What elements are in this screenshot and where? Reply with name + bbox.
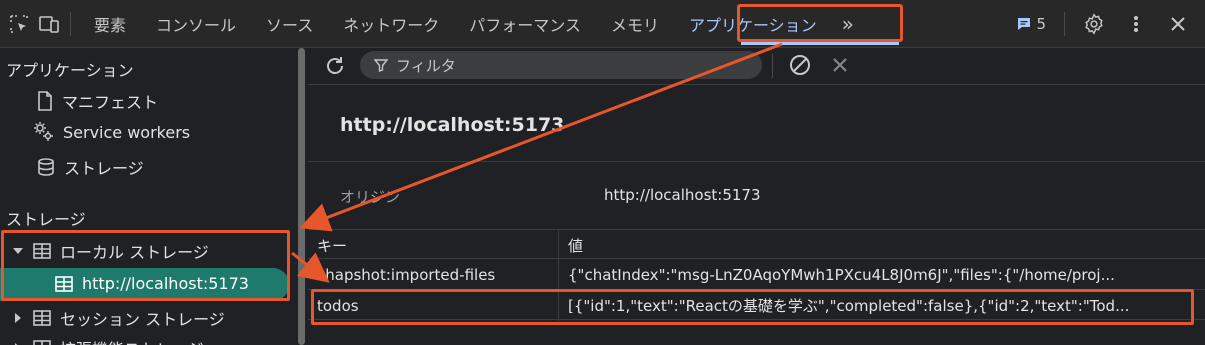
refresh-icon[interactable] bbox=[320, 51, 350, 81]
active-tab-indicator bbox=[741, 42, 899, 45]
highlight-box-application-tab bbox=[737, 4, 903, 42]
issues-count: 5 bbox=[1036, 15, 1046, 33]
close-icon[interactable] bbox=[1163, 9, 1193, 39]
tab-console[interactable]: コンソール bbox=[141, 0, 251, 48]
table-cell-value-text: {"chatIndex":"msg-LnZ0AqoYMwh1PXcu4L8J0m… bbox=[568, 265, 1115, 284]
sidebar-item-session-storage[interactable]: セッション ストレージ bbox=[12, 306, 225, 330]
sidebar-item-manifest[interactable]: マニフェスト bbox=[36, 89, 158, 113]
devtools-tabbar: 要素 コンソール ソース ネットワーク パフォーマンス メモリ アプリケーション… bbox=[0, 0, 1205, 48]
storage-table: キー 値 chapshot:imported-files {"chatIndex… bbox=[308, 229, 1205, 345]
sidebar-item-label: ストレージ bbox=[64, 159, 144, 178]
table-icon bbox=[33, 340, 51, 345]
table-icon bbox=[33, 310, 51, 326]
sidebar-item-label: セッション ストレージ bbox=[60, 310, 225, 329]
toolbar-right: 5 bbox=[1006, 0, 1205, 48]
table-cell-key: chapshot:imported-files bbox=[317, 265, 496, 284]
filter-placeholder: フィルタ bbox=[396, 56, 456, 75]
issues-icon bbox=[1018, 18, 1031, 30]
database-icon bbox=[38, 158, 54, 176]
sidebar-item-label: 拡張機能ストレージ bbox=[60, 336, 204, 345]
sidebar-item-label: Service workers bbox=[63, 122, 191, 142]
toolbar-separator bbox=[1064, 12, 1065, 36]
sidebar-heading-storage: ストレージ bbox=[6, 210, 86, 229]
toolbar-separator bbox=[70, 11, 71, 36]
table-cell-value: {"chatIndex":"msg-LnZ0AqoYMwh1PXcu4L8J0m… bbox=[558, 259, 1191, 290]
tab-network[interactable]: ネットワーク bbox=[328, 0, 454, 48]
clear-all-icon[interactable] bbox=[788, 53, 812, 81]
origin-value: http://localhost:5173 bbox=[604, 186, 761, 204]
highlight-box-local-storage bbox=[1, 230, 290, 301]
document-icon bbox=[38, 91, 52, 111]
sidebar-item-service-workers[interactable]: Service workers bbox=[33, 121, 190, 143]
sidebar-item-storage[interactable]: ストレージ bbox=[36, 155, 144, 179]
settings-gear-icon[interactable] bbox=[1079, 9, 1109, 39]
sidebar-item-extension-storage[interactable]: 拡張機能ストレージ bbox=[12, 336, 204, 345]
device-toolbar-icon[interactable] bbox=[34, 9, 64, 39]
filter-input[interactable]: フィルタ bbox=[360, 51, 762, 79]
triangle-right-icon bbox=[15, 313, 21, 323]
column-header-key[interactable]: キー bbox=[308, 230, 558, 261]
sidebar-heading-application: アプリケーション bbox=[6, 61, 134, 80]
issues-button[interactable]: 5 bbox=[1006, 15, 1056, 33]
sidebar-item-label: マニフェスト bbox=[62, 93, 159, 112]
more-options-icon[interactable] bbox=[1121, 9, 1151, 39]
column-header-value[interactable]: 値 bbox=[558, 230, 1191, 261]
delete-selected-icon[interactable] bbox=[832, 57, 848, 77]
tab-memory[interactable]: メモリ bbox=[596, 0, 674, 48]
table-row[interactable]: chapshot:imported-files {"chatIndex":"ms… bbox=[308, 258, 1205, 290]
origin-title: http://localhost:5173 bbox=[340, 114, 565, 136]
toolbar-separator bbox=[772, 54, 773, 78]
tab-sources[interactable]: ソース bbox=[251, 0, 328, 48]
inspect-element-icon[interactable] bbox=[4, 9, 34, 39]
sidebar-scrollbar[interactable] bbox=[298, 48, 305, 345]
tab-performance[interactable]: パフォーマンス bbox=[454, 0, 596, 48]
filter-icon bbox=[374, 59, 388, 72]
gears-icon bbox=[34, 122, 53, 141]
table-header-row: キー 値 bbox=[308, 229, 1205, 261]
origin-label: オリジン bbox=[340, 188, 401, 206]
highlight-box-todos-row bbox=[311, 289, 1194, 325]
tab-elements[interactable]: 要素 bbox=[79, 0, 141, 48]
